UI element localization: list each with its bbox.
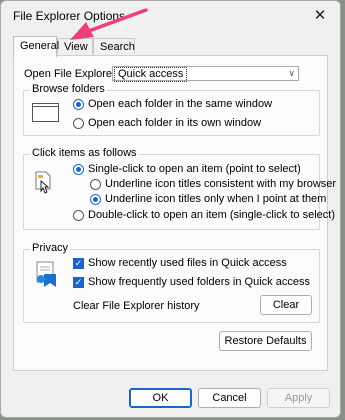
clear-button[interactable]: Clear bbox=[260, 295, 312, 315]
double-click-label[interactable]: Double-click to open an item (single-cli… bbox=[88, 209, 335, 221]
privacy-icon bbox=[32, 260, 60, 288]
general-tab-panel: Open File Explorer to: Quick access ∨ Br… bbox=[13, 55, 336, 371]
cancel-button[interactable]: Cancel bbox=[198, 388, 261, 408]
open-to-value: Quick access bbox=[114, 67, 188, 82]
close-button[interactable]: ✕ bbox=[308, 5, 332, 27]
click-items-title: Click items as follows bbox=[30, 147, 139, 159]
underline-browser-label[interactable]: Underline icon titles consistent with my… bbox=[105, 178, 336, 190]
same-window-radio[interactable] bbox=[73, 99, 84, 110]
browse-folders-group: Browse folders Open each folder in the s… bbox=[23, 83, 320, 136]
apply-button[interactable]: Apply bbox=[267, 388, 330, 408]
own-window-label[interactable]: Open each folder in its own window bbox=[88, 117, 261, 129]
open-to-dropdown[interactable]: Quick access ∨ bbox=[112, 66, 299, 82]
same-window-label[interactable]: Open each folder in the same window bbox=[88, 98, 272, 110]
click-items-group: Click items as follows Single-click to o… bbox=[23, 147, 336, 230]
annotation-arrow bbox=[70, 8, 148, 40]
folder-window-icon bbox=[32, 103, 59, 122]
pointer-click-icon bbox=[32, 169, 54, 195]
clear-history-label: Clear File Explorer history bbox=[73, 300, 200, 312]
frequent-folders-checkbox[interactable]: ✓ bbox=[73, 277, 84, 288]
privacy-title: Privacy bbox=[30, 242, 71, 254]
tab-general[interactable]: General bbox=[13, 36, 59, 57]
own-window-radio[interactable] bbox=[73, 118, 84, 129]
restore-defaults-button[interactable]: Restore Defaults bbox=[219, 331, 312, 351]
frequent-folders-label[interactable]: Show frequently used folders in Quick ac… bbox=[88, 276, 310, 288]
underline-browser-radio[interactable] bbox=[90, 179, 101, 190]
double-click-radio[interactable] bbox=[73, 210, 84, 221]
browse-folders-title: Browse folders bbox=[30, 83, 107, 95]
single-click-label[interactable]: Single-click to open an item (point to s… bbox=[88, 163, 301, 175]
recent-files-label[interactable]: Show recently used files in Quick access bbox=[88, 257, 287, 269]
file-explorer-options-dialog: File Explorer Options ✕ General View Sea… bbox=[0, 0, 341, 418]
underline-point-label[interactable]: Underline icon titles only when I point … bbox=[105, 193, 326, 205]
chevron-down-icon: ∨ bbox=[288, 68, 295, 78]
underline-point-radio[interactable] bbox=[90, 194, 101, 205]
recent-files-checkbox[interactable]: ✓ bbox=[73, 258, 84, 269]
title-bar: File Explorer Options ✕ bbox=[1, 1, 340, 31]
privacy-group: Privacy ✓ Show recently used files in Qu… bbox=[23, 242, 320, 323]
single-click-radio[interactable] bbox=[73, 164, 84, 175]
ok-button[interactable]: OK bbox=[129, 388, 192, 408]
